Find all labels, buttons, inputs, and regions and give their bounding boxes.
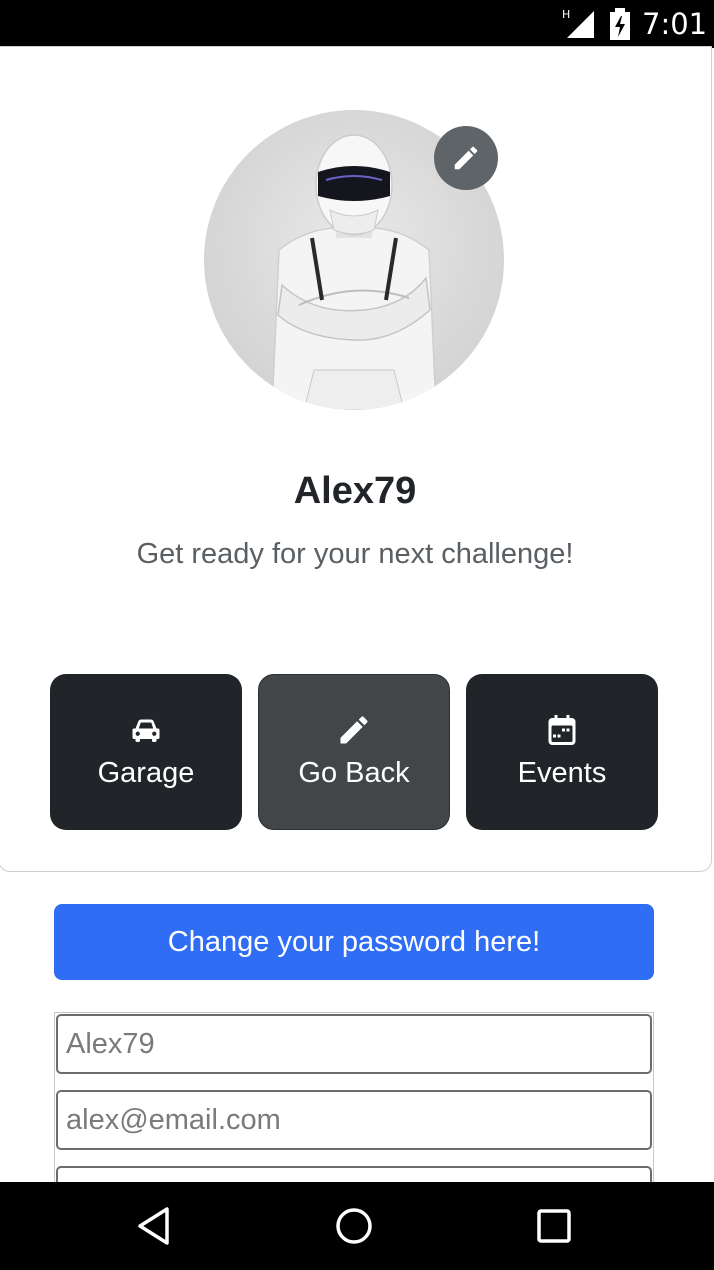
profile-tagline: Get ready for your next challenge!	[136, 538, 574, 570]
email-field[interactable]: alex@email.com	[56, 1090, 652, 1150]
recents-nav-icon[interactable]	[532, 1204, 576, 1248]
home-nav-icon[interactable]	[332, 1204, 376, 1248]
car-icon	[132, 719, 160, 742]
change-password-button[interactable]: Change your password here!	[54, 904, 654, 980]
events-button[interactable]: Events	[466, 674, 658, 830]
events-button-label: Events	[517, 757, 607, 789]
network-type-label: H	[562, 8, 570, 21]
garage-button-label: Garage	[97, 757, 195, 789]
signal-icon: H	[562, 8, 594, 38]
back-nav-icon[interactable]	[133, 1204, 177, 1248]
garage-button[interactable]: Garage	[50, 674, 242, 830]
battery-icon	[610, 8, 630, 40]
calendar-icon	[548, 715, 576, 745]
clock: 7:01	[642, 7, 708, 41]
profile-username: Alex79	[293, 470, 417, 512]
status-bar: H 7:01	[0, 0, 714, 48]
pencil-icon	[454, 146, 478, 170]
navigation-bar	[0, 1182, 714, 1270]
go-back-button-label: Go Back	[298, 757, 410, 789]
edit-avatar-button[interactable]	[434, 126, 498, 190]
go-back-button[interactable]: Go Back	[258, 674, 450, 830]
username-field[interactable]: Alex79	[56, 1014, 652, 1074]
pencil-icon	[340, 716, 368, 744]
